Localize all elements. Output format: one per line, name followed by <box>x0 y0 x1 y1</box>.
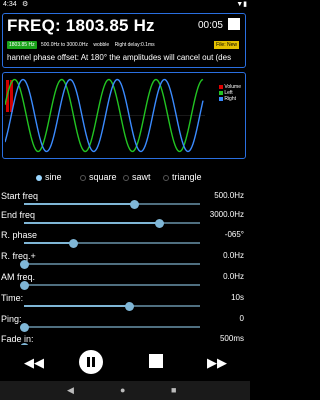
scope-legend: Volume Left Right <box>219 84 241 102</box>
waveform-scope: Volume Left Right <box>2 72 246 159</box>
param-value: 10s <box>231 293 244 302</box>
param-slider[interactable] <box>24 238 200 248</box>
pause-icon[interactable] <box>79 350 103 374</box>
param-label: Ping: <box>1 314 22 324</box>
range-text: 500.0Hz to 3000.0Hz <box>40 42 88 48</box>
system-nav-bar: ◀ ● ■ <box>0 381 250 400</box>
param-label: Fade in: <box>1 334 34 344</box>
mode-text: wobble <box>93 42 110 48</box>
wave-option-triangle[interactable]: triangle <box>163 171 202 183</box>
slider-thumb[interactable] <box>19 280 29 290</box>
param-slider[interactable] <box>24 199 200 209</box>
param-label: AM freq. <box>1 272 36 282</box>
param-row: AM freq. 0.0Hz <box>0 270 250 290</box>
slider-fill <box>24 305 130 307</box>
frequency-readout: FREQ: 1803.85 Hz <box>7 16 155 35</box>
help-message: hannel phase offset: At 180° the amplitu… <box>7 53 232 62</box>
param-label: R. freq.+ <box>1 251 36 261</box>
param-row: End freq 3000.0Hz <box>0 208 250 228</box>
back-triangle-icon[interactable]: ◀ <box>67 381 74 400</box>
slider-fill <box>24 222 160 224</box>
slider-thumb[interactable] <box>68 238 78 248</box>
param-value: 500.0Hz <box>214 191 244 200</box>
status-bar: 4:34 ⚙ ▼▮ <box>0 0 250 10</box>
param-slider[interactable] <box>19 280 200 290</box>
record-stop-icon[interactable] <box>228 18 240 30</box>
param-slider[interactable] <box>24 301 200 311</box>
delay-text: Right delay:0.1ms <box>114 42 155 48</box>
status-time: 4:34 <box>3 1 17 8</box>
radio-icon <box>163 174 169 181</box>
wave-option-square[interactable]: square <box>80 171 117 183</box>
param-value: 500ms <box>219 334 244 343</box>
param-value: 0 <box>239 314 244 323</box>
param-row: Time: 10s <box>0 291 250 311</box>
recents-square-icon[interactable]: ■ <box>171 381 176 400</box>
param-slider[interactable] <box>19 322 200 332</box>
param-row: R. phase -065° <box>0 228 250 248</box>
radio-selected-icon <box>36 174 42 181</box>
gear-icon: ⚙ <box>22 1 29 8</box>
slider-fill <box>24 242 74 244</box>
radio-icon <box>80 174 86 181</box>
slider-fill <box>24 203 135 205</box>
file-badge[interactable]: File: New <box>214 41 239 49</box>
param-slider[interactable] <box>24 218 200 228</box>
home-circle-icon[interactable]: ● <box>120 381 125 400</box>
battery-icon: ▼▮ <box>236 1 247 8</box>
stop-icon[interactable] <box>149 354 163 368</box>
param-row: R. freq.+ 0.0Hz <box>0 249 250 269</box>
param-value: 0.0Hz <box>223 272 244 281</box>
slider-thumb[interactable] <box>125 301 135 311</box>
param-row: Start freq 500.0Hz <box>0 189 250 209</box>
legend-right: Right <box>219 96 241 102</box>
rewind-icon[interactable]: ◀◀ <box>24 351 44 375</box>
wave-option-sine[interactable]: sine <box>36 171 62 183</box>
param-label: End freq <box>1 210 36 220</box>
param-value: -065° <box>224 230 244 239</box>
current-freq-badge: 1803.85 Hz <box>7 41 37 49</box>
fast-forward-icon[interactable]: ▶▶ <box>207 351 227 375</box>
transport-bar: ◀◀ ▶▶ <box>0 345 250 381</box>
param-label: Start freq <box>1 191 39 201</box>
elapsed-time: 00:05 <box>197 20 223 31</box>
param-value: 0.0Hz <box>223 251 244 260</box>
waveform-selector: sine square sawt triangle <box>0 171 250 183</box>
param-label: R. phase <box>1 230 38 240</box>
param-slider[interactable] <box>19 259 200 269</box>
frequency-panel: FREQ: 1803.85 Hz 00:05 1803.85 Hz 500.0H… <box>2 13 246 68</box>
param-row: Ping: 0 <box>0 312 250 332</box>
slider-thumb[interactable] <box>19 322 29 332</box>
radio-icon <box>123 174 129 181</box>
param-value: 3000.0Hz <box>209 210 244 219</box>
wave-option-sawtooth[interactable]: sawt <box>123 171 151 183</box>
waveform-plot <box>5 78 205 153</box>
param-label: Time: <box>1 293 24 303</box>
info-row: 1803.85 Hz 500.0Hz to 3000.0Hz wobble Ri… <box>7 41 159 49</box>
slider-thumb[interactable] <box>155 218 165 228</box>
slider-thumb[interactable] <box>19 259 29 269</box>
